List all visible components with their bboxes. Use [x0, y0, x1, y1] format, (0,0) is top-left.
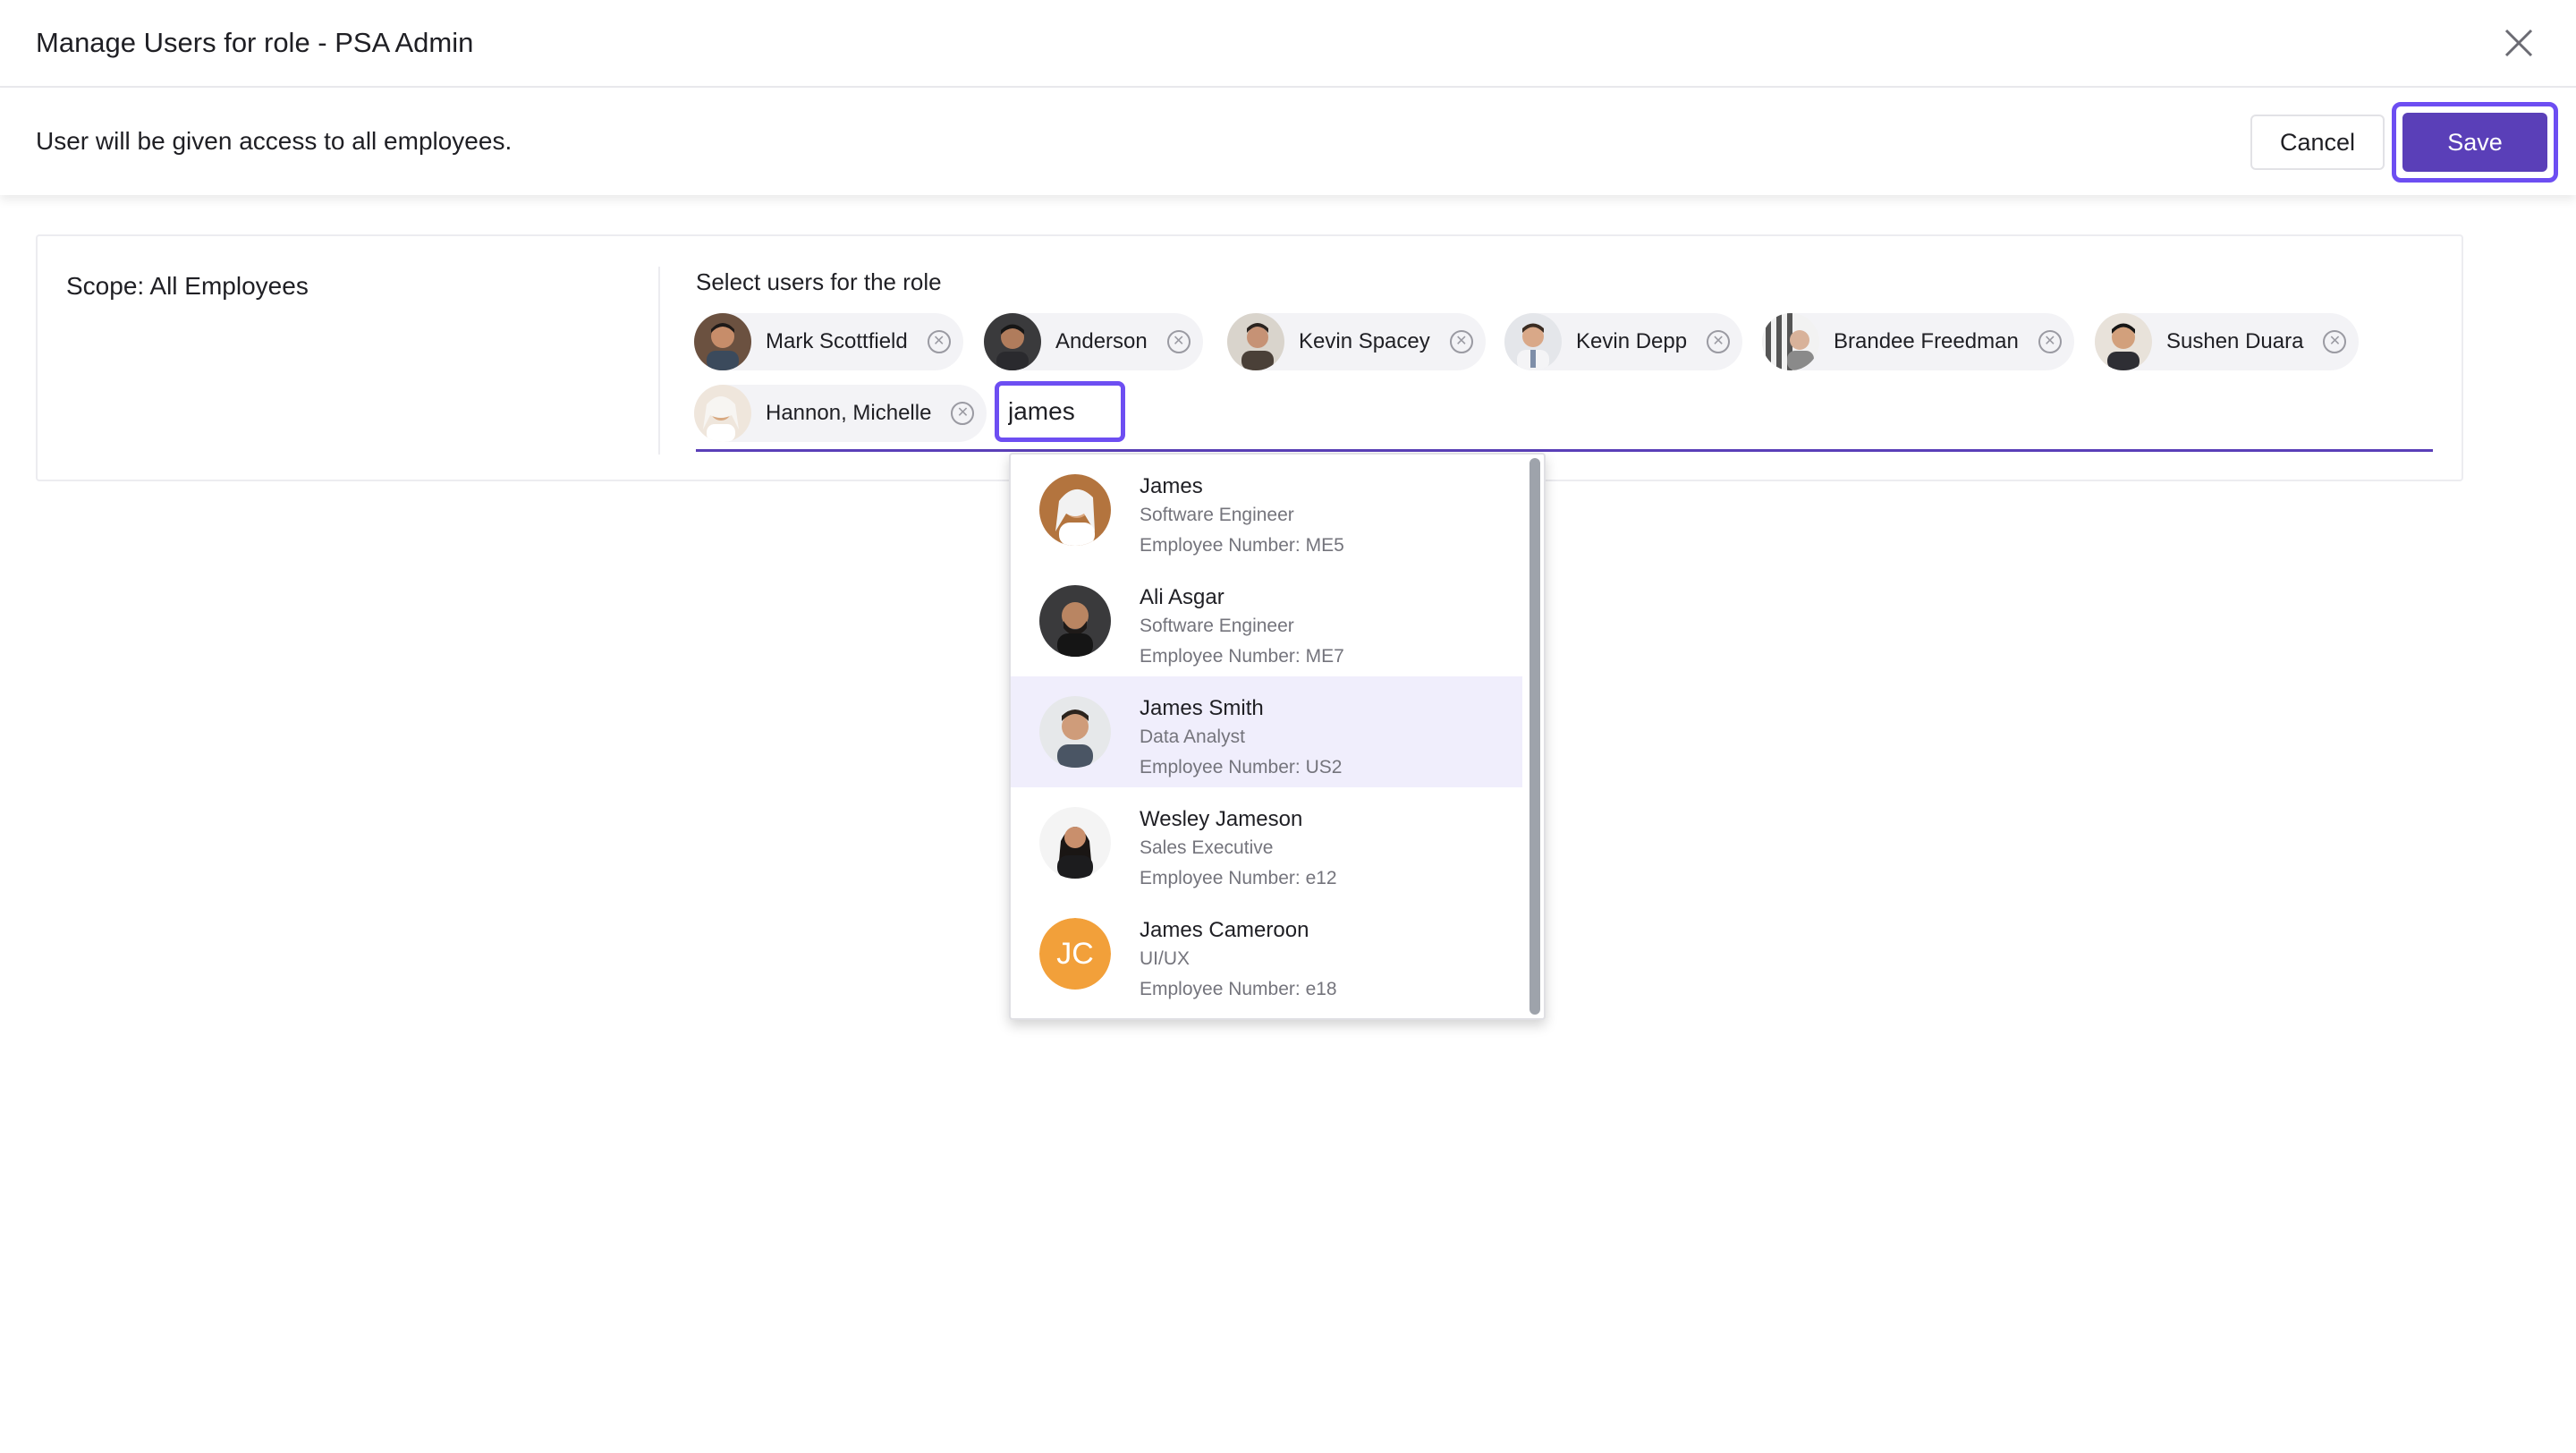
result-employee-number: Employee Number: ME5	[1140, 535, 1344, 556]
result-role: Sales Executive	[1140, 837, 1274, 858]
chip-label: Hannon, Michelle	[766, 401, 932, 425]
result-name: James Cameroon	[1140, 918, 1309, 942]
result-name: James	[1140, 474, 1203, 498]
user-chip: Kevin Spacey ✕	[1227, 313, 1486, 370]
remove-chip-icon[interactable]: ✕	[2038, 330, 2062, 353]
result-employee-number: Employee Number: e18	[1140, 979, 1337, 999]
search-results-dropdown: James Software Engineer Employee Number:…	[1009, 453, 1546, 1020]
user-chip: Brandee Freedman ✕	[1762, 313, 2074, 370]
result-role: Software Engineer	[1140, 505, 1294, 525]
remove-chip-icon[interactable]: ✕	[951, 402, 975, 425]
result-item[interactable]: JC James Cameroon UI/UX Employee Number:…	[1011, 898, 1522, 1009]
chip-label: Anderson	[1055, 329, 1148, 353]
result-role: Software Engineer	[1140, 616, 1294, 636]
avatar	[2095, 313, 2152, 370]
user-chip: Anderson ✕	[984, 313, 1203, 370]
dialog-header: Manage Users for role - PSA Admin	[0, 0, 2576, 88]
initials-avatar: JC	[1039, 918, 1111, 990]
chip-label: Brandee Freedman	[1834, 329, 2019, 353]
save-button[interactable]: Save	[2402, 113, 2547, 172]
chip-label: Kevin Spacey	[1299, 329, 1430, 353]
user-chip: Hannon, Michelle ✕	[694, 385, 987, 442]
remove-chip-icon[interactable]: ✕	[927, 330, 951, 353]
user-search-input[interactable]	[1008, 393, 1112, 430]
result-name: Wesley Jameson	[1140, 807, 1303, 831]
cancel-button[interactable]: Cancel	[2250, 115, 2385, 170]
user-chip: Kevin Depp ✕	[1504, 313, 1743, 370]
result-item[interactable]: Wesley Jameson Sales Executive Employee …	[1011, 787, 1522, 898]
input-underline	[696, 449, 2433, 452]
scope-label: Scope: All Employees	[66, 272, 309, 300]
avatar	[984, 313, 1041, 370]
chip-label: Sushen Duara	[2166, 329, 2304, 353]
result-employee-number: Employee Number: US2	[1140, 757, 1343, 777]
dropdown-scrollbar[interactable]	[1530, 458, 1540, 1015]
divider	[658, 267, 660, 455]
action-bar: User will be given access to all employe…	[0, 89, 2576, 195]
avatar	[694, 313, 751, 370]
result-employee-number: Employee Number: ME7	[1140, 646, 1344, 667]
avatar	[1039, 807, 1111, 879]
avatar	[1227, 313, 1284, 370]
avatar	[694, 385, 751, 442]
access-message: User will be given access to all employe…	[36, 127, 513, 155]
select-users-label: Select users for the role	[696, 268, 942, 295]
chip-label: Kevin Depp	[1576, 329, 1688, 353]
user-search-box	[995, 381, 1125, 442]
close-icon[interactable]	[2501, 25, 2537, 61]
result-item[interactable]: James Software Engineer Employee Number:…	[1011, 455, 1522, 565]
avatar	[1039, 585, 1111, 657]
result-role: UI/UX	[1140, 948, 1191, 969]
avatar	[1039, 696, 1111, 768]
result-item[interactable]: James Smith Data Analyst Employee Number…	[1011, 676, 1522, 787]
remove-chip-icon[interactable]: ✕	[2323, 330, 2347, 353]
dialog-title: Manage Users for role - PSA Admin	[36, 27, 474, 58]
avatar	[1039, 474, 1111, 546]
result-item[interactable]: Ali Asgar Software Engineer Employee Num…	[1011, 565, 1522, 676]
user-chip: Sushen Duara ✕	[2095, 313, 2360, 370]
avatar	[1504, 313, 1562, 370]
remove-chip-icon[interactable]: ✕	[1449, 330, 1473, 353]
chip-label: Mark Scottfield	[766, 329, 908, 353]
remove-chip-icon[interactable]: ✕	[1707, 330, 1731, 353]
result-name: Ali Asgar	[1140, 585, 1224, 609]
result-employee-number: Employee Number: e12	[1140, 868, 1337, 888]
avatar: JC	[1039, 918, 1111, 990]
avatar	[1762, 313, 1819, 370]
result-role: Data Analyst	[1140, 726, 1245, 747]
result-name: James Smith	[1140, 696, 1264, 720]
remove-chip-icon[interactable]: ✕	[1166, 330, 1191, 353]
user-chip: Mark Scottfield ✕	[694, 313, 963, 370]
